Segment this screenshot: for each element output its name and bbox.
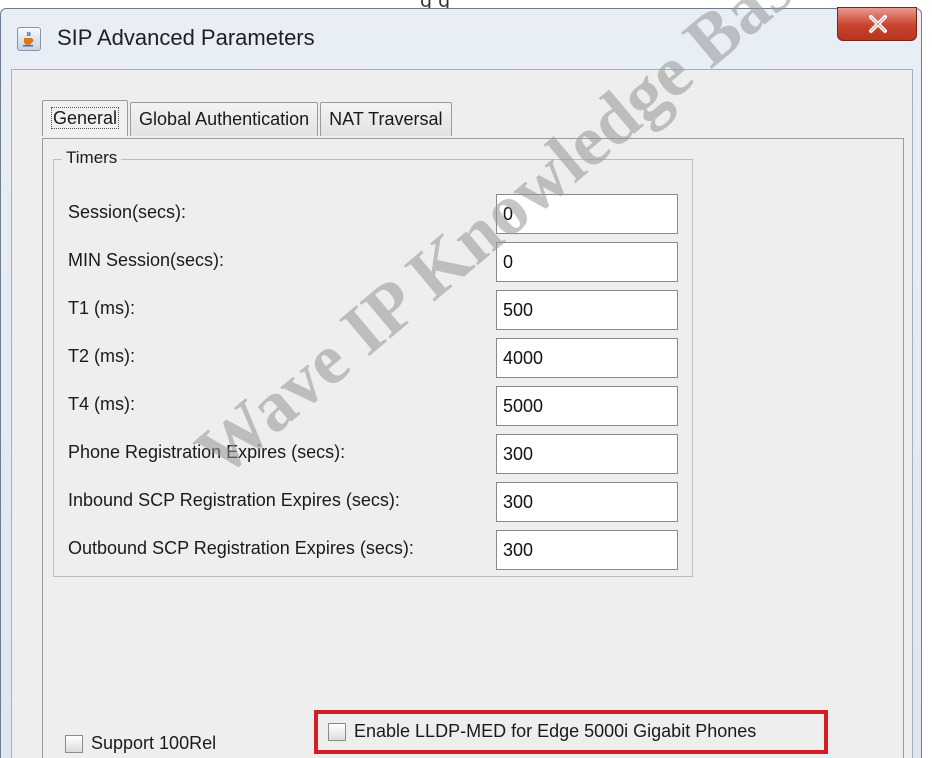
enable-lldp-med-label: Enable LLDP-MED for Edge 5000i Gigabit P… bbox=[354, 721, 757, 741]
general-tab-panel: Timers Session(secs): MIN Session(secs):… bbox=[42, 138, 904, 758]
tab-global-authentication-label: Global Authentication bbox=[139, 109, 310, 129]
tab-strip: General Global Authentication NAT Traver… bbox=[42, 100, 454, 138]
t1-row: T1 (ms): bbox=[68, 290, 688, 330]
title-bar[interactable]: SIP Advanced Parameters bbox=[1, 7, 921, 67]
close-button[interactable] bbox=[837, 7, 917, 41]
support-100rel-option[interactable]: Support 100Rel bbox=[65, 733, 216, 754]
min-session-label: MIN Session(secs): bbox=[68, 250, 225, 270]
screenshot: g g SIP Advanced Parameters General Glob… bbox=[0, 0, 932, 758]
t4-input[interactable] bbox=[496, 386, 678, 426]
phone-registration-label: Phone Registration Expires (secs): bbox=[68, 442, 346, 462]
inbound-scp-input[interactable] bbox=[496, 482, 678, 522]
inbound-scp-label: Inbound SCP Registration Expires (secs): bbox=[68, 490, 400, 510]
session-label: Session(secs): bbox=[68, 202, 187, 222]
support-100rel-label: Support 100Rel bbox=[91, 733, 217, 753]
min-session-row: MIN Session(secs): bbox=[68, 242, 688, 282]
phone-registration-input[interactable] bbox=[496, 434, 678, 474]
t4-label: T4 (ms): bbox=[68, 394, 135, 414]
outbound-scp-row: Outbound SCP Registration Expires (secs)… bbox=[68, 530, 688, 570]
tab-general-label: General bbox=[51, 107, 120, 129]
t2-label: T2 (ms): bbox=[68, 346, 135, 366]
sip-advanced-parameters-dialog: SIP Advanced Parameters General Global A… bbox=[0, 7, 922, 758]
dialog-content: General Global Authentication NAT Traver… bbox=[11, 69, 913, 758]
close-icon bbox=[869, 15, 887, 33]
outbound-scp-label: Outbound SCP Registration Expires (secs)… bbox=[68, 538, 414, 558]
tab-nat-traversal-label: NAT Traversal bbox=[329, 109, 443, 129]
timers-group-title: Timers bbox=[62, 148, 122, 168]
t2-input[interactable] bbox=[496, 338, 678, 378]
session-input[interactable] bbox=[496, 194, 678, 234]
support-100rel-checkbox[interactable] bbox=[65, 734, 83, 753]
t1-label: T1 (ms): bbox=[68, 298, 135, 318]
inbound-scp-row: Inbound SCP Registration Expires (secs): bbox=[68, 482, 688, 522]
tab-global-authentication[interactable]: Global Authentication bbox=[130, 102, 319, 136]
enable-lldp-med-option[interactable]: Enable LLDP-MED for Edge 5000i Gigabit P… bbox=[328, 721, 756, 742]
timers-group: Timers Session(secs): MIN Session(secs):… bbox=[53, 148, 693, 577]
t4-row: T4 (ms): bbox=[68, 386, 688, 426]
session-row: Session(secs): bbox=[68, 194, 688, 234]
tab-nat-traversal[interactable]: NAT Traversal bbox=[320, 102, 452, 136]
t1-input[interactable] bbox=[496, 290, 678, 330]
min-session-input[interactable] bbox=[496, 242, 678, 282]
t2-row: T2 (ms): bbox=[68, 338, 688, 378]
tab-general[interactable]: General bbox=[42, 100, 129, 136]
enable-lldp-med-checkbox[interactable] bbox=[328, 722, 346, 741]
outbound-scp-input[interactable] bbox=[496, 530, 678, 570]
java-cup-icon bbox=[17, 27, 41, 51]
window-title: SIP Advanced Parameters bbox=[57, 25, 315, 50]
phone-registration-row: Phone Registration Expires (secs): bbox=[68, 434, 688, 474]
